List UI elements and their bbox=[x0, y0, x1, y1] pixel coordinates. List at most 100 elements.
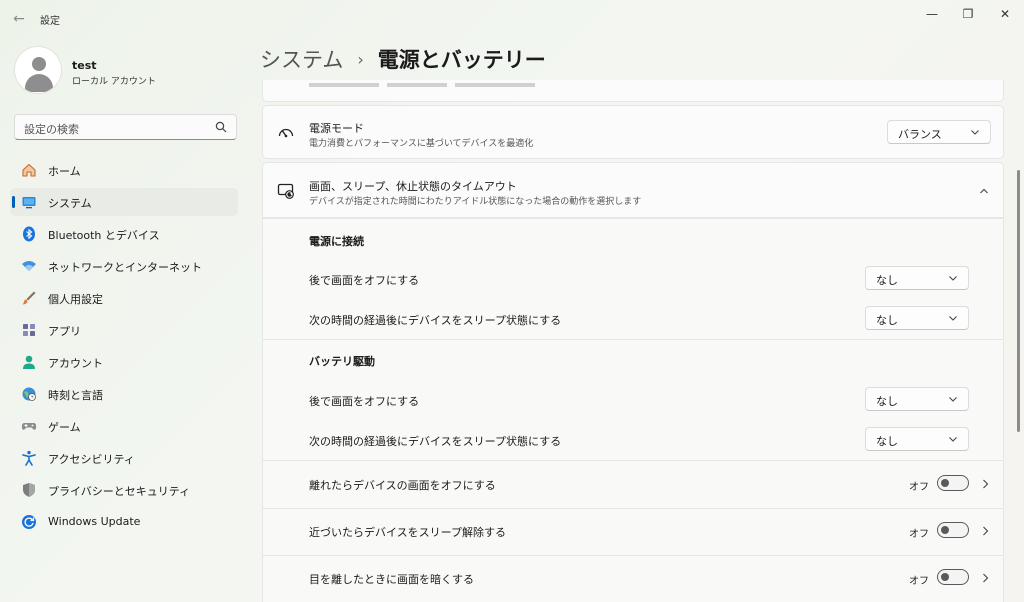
presence-row-label: 近づいたらデバイスをスリープ解除する bbox=[309, 526, 507, 539]
presence-row[interactable]: 離れたらデバイスの画面をオフにする オフ bbox=[262, 461, 1004, 508]
power-mode-title: 電源モード bbox=[309, 122, 364, 135]
search-box[interactable]: 設定の検索 bbox=[14, 114, 237, 140]
plugged-sleep-dropdown[interactable]: なし bbox=[865, 306, 969, 330]
close-icon: ✕ bbox=[999, 7, 1011, 21]
minimize-button[interactable]: — bbox=[917, 6, 947, 22]
battery-sleep-value: なし bbox=[876, 435, 898, 448]
plugged-sleep-label: 次の時間の経過後にデバイスをスリープ状態にする bbox=[309, 314, 562, 327]
wifi-icon bbox=[22, 261, 36, 271]
sidebar-item-label: アクセシビリティ bbox=[48, 453, 135, 466]
back-arrow-icon: ← bbox=[13, 11, 25, 27]
minimize-icon: — bbox=[926, 7, 938, 21]
profile-account-type: ローカル アカウント bbox=[72, 77, 156, 87]
sidebar-item-label: ホーム bbox=[48, 165, 81, 178]
presence-row[interactable]: 目を離したときに画面を暗くする オフ bbox=[262, 556, 1004, 602]
toggle-knob bbox=[941, 526, 949, 534]
accessibility-icon bbox=[22, 450, 36, 466]
chevron-right-icon[interactable] bbox=[980, 478, 990, 490]
toggle-knob bbox=[941, 573, 949, 581]
app-title: 設定 bbox=[40, 16, 60, 27]
sidebar-item-label: アプリ bbox=[48, 325, 81, 338]
power-mode-gauge-icon bbox=[278, 128, 294, 138]
bluetooth-icon bbox=[23, 226, 35, 242]
battery-sleep-dropdown[interactable]: なし bbox=[865, 427, 969, 451]
battery-screen-off-dropdown[interactable]: なし bbox=[865, 387, 969, 411]
plugged-in-header: 電源に接続 bbox=[309, 235, 364, 248]
sidebar-item-personalization[interactable]: 個人用設定 bbox=[10, 284, 238, 312]
battery-screen-off-value: なし bbox=[876, 395, 898, 408]
chevron-right-icon: › bbox=[357, 50, 364, 69]
sidebar-item-label: ゲーム bbox=[48, 421, 81, 434]
sidebar-item-label: プライバシーとセキュリティ bbox=[48, 485, 191, 498]
sidebar-item-label: Windows Update bbox=[48, 515, 141, 528]
profile-name: test bbox=[72, 59, 97, 72]
system-icon bbox=[22, 197, 36, 209]
toggle-knob bbox=[941, 479, 949, 487]
presence-toggle[interactable] bbox=[937, 569, 969, 585]
sidebar-item-network[interactable]: ネットワークとインターネット bbox=[10, 252, 238, 280]
sidebar-item-privacy[interactable]: プライバシーとセキュリティ bbox=[10, 476, 238, 504]
breadcrumb-parent[interactable]: システム bbox=[260, 48, 343, 72]
avatar-body bbox=[25, 74, 53, 92]
presence-toggle[interactable] bbox=[937, 522, 969, 538]
sidebar-item-accessibility[interactable]: アクセシビリティ bbox=[10, 444, 238, 472]
sidebar-item-label: 時刻と言語 bbox=[48, 389, 103, 402]
battery-section: バッテリ駆動 後で画面をオフにする なし 次の時間の経過後にデバイスをスリープ状… bbox=[262, 340, 1004, 460]
battery-screen-off-label: 後で画面をオフにする bbox=[309, 395, 420, 408]
chevron-down-icon bbox=[949, 437, 957, 442]
sidebar-item-label: システム bbox=[48, 197, 92, 210]
battery-header: バッテリ駆動 bbox=[309, 355, 375, 368]
sidebar-item-home[interactable]: ホーム bbox=[10, 156, 238, 184]
sidebar-item-time-language[interactable]: 時刻と言語 bbox=[10, 380, 238, 408]
chevron-down-icon bbox=[971, 130, 979, 135]
presence-toggle[interactable] bbox=[937, 475, 969, 491]
sidebar-item-gaming[interactable]: ゲーム bbox=[10, 412, 238, 440]
chevron-down-icon bbox=[949, 276, 957, 281]
toggle-state-label: オフ bbox=[909, 482, 929, 493]
battery-sleep-label: 次の時間の経過後にデバイスをスリープ状態にする bbox=[309, 435, 562, 448]
restore-icon: ❐ bbox=[962, 7, 974, 21]
power-mode-value: バランス bbox=[898, 128, 942, 141]
plugged-in-section: 電源に接続 後で画面をオフにする なし 次の時間の経過後にデバイスをスリープ状態… bbox=[262, 218, 1004, 339]
sidebar-item-bluetooth[interactable]: Bluetooth とデバイス bbox=[10, 220, 238, 248]
timeout-expander-header[interactable]: 画面、スリープ、休止状態のタイムアウト デバイスが指定された時間にわたりアイドル… bbox=[262, 162, 1004, 218]
chevron-down-icon bbox=[949, 397, 957, 402]
sidebar-item-label: 個人用設定 bbox=[48, 293, 103, 306]
plugged-screen-off-value: なし bbox=[876, 274, 898, 287]
plugged-screen-off-dropdown[interactable]: なし bbox=[865, 266, 969, 290]
breadcrumb: システム › 電源とバッテリー bbox=[260, 44, 546, 74]
chevron-right-icon[interactable] bbox=[980, 525, 990, 537]
presence-row-label: 離れたらデバイスの画面をオフにする bbox=[309, 479, 496, 492]
sidebar-item-label: アカウント bbox=[48, 357, 103, 370]
power-mode-dropdown[interactable]: バランス bbox=[887, 120, 991, 144]
vertical-scrollbar[interactable] bbox=[1017, 170, 1020, 432]
maximize-button[interactable]: ❐ bbox=[953, 6, 983, 22]
timeout-description: デバイスが指定された時間にわたりアイドル状態になった場合の動作を選択します bbox=[309, 197, 642, 207]
sidebar-item-windows-update[interactable]: Windows Update bbox=[10, 508, 238, 536]
page-title: 電源とバッテリー bbox=[377, 48, 546, 72]
user-profile[interactable]: test ローカル アカウント bbox=[14, 46, 244, 96]
search-icon bbox=[215, 121, 227, 133]
sidebar-item-apps[interactable]: アプリ bbox=[10, 316, 238, 344]
gamepad-icon bbox=[21, 423, 37, 430]
timeout-title: 画面、スリープ、休止状態のタイムアウト bbox=[309, 180, 517, 193]
power-mode-card: 電源モード 電力消費とパフォーマンスに基づいてデバイスを最適化 バランス bbox=[262, 105, 1004, 159]
chevron-right-icon[interactable] bbox=[980, 572, 990, 584]
power-mode-description: 電力消費とパフォーマンスに基づいてデバイスを最適化 bbox=[309, 139, 534, 149]
close-button[interactable]: ✕ bbox=[990, 6, 1020, 22]
back-button[interactable]: ← bbox=[10, 10, 28, 28]
toggle-state-label: オフ bbox=[909, 576, 929, 587]
chevron-up-icon[interactable] bbox=[979, 185, 989, 197]
home-icon bbox=[22, 163, 36, 177]
sidebar-item-system[interactable]: システム bbox=[10, 188, 238, 216]
search-input[interactable]: 設定の検索 bbox=[24, 121, 79, 137]
sidebar-item-accounts[interactable]: アカウント bbox=[10, 348, 238, 376]
chevron-down-icon bbox=[949, 316, 957, 321]
plugged-screen-off-label: 後で画面をオフにする bbox=[309, 274, 420, 287]
presence-row-label: 目を離したときに画面を暗くする bbox=[309, 573, 474, 586]
sidebar-item-label: ネットワークとインターネット bbox=[48, 261, 202, 274]
presence-row[interactable]: 近づいたらデバイスをスリープ解除する オフ bbox=[262, 509, 1004, 555]
apps-icon bbox=[23, 324, 35, 336]
partial-setting-card bbox=[262, 80, 1004, 102]
globe-clock-icon bbox=[22, 387, 36, 401]
